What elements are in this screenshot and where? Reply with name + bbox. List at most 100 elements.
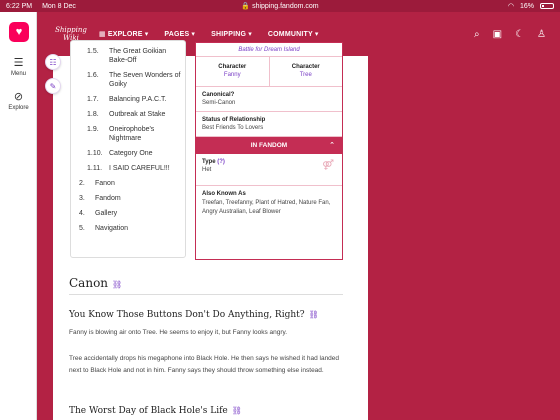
nav-community[interactable]: COMMUNITY ▾	[267, 30, 319, 39]
menu-label: Menu	[10, 71, 26, 77]
user-icon[interactable]: ♙	[537, 29, 546, 40]
nav-community-label: COMMUNITY	[267, 30, 313, 38]
status-value: Best Friends To Lovers	[202, 125, 264, 131]
toc-item[interactable]: 1.6. The Seven Wonders of Goiky	[79, 71, 185, 89]
fandom-logo-icon[interactable]: ♥	[9, 22, 29, 42]
table-of-contents: 1.5. The Great Goikian Bake-Off 1.6. The Se…	[70, 40, 186, 258]
character-1-link[interactable]: Fanny	[196, 72, 269, 78]
chevron-down-icon: ▾	[191, 31, 196, 38]
toc-item[interactable]: 2. Fanon	[79, 179, 185, 188]
search-icon[interactable]: ⌕	[474, 29, 480, 40]
explore-grid-icon: ▦	[99, 31, 106, 38]
toc-item-label: The Seven Wonders of Goiky	[109, 72, 181, 88]
aka-value: Treefan, Treefanny, Plant of Hatred, Nat…	[202, 200, 331, 215]
toc-item[interactable]: 1.11. I SAID CAREFUL!!!	[79, 164, 185, 173]
link-icon[interactable]: ⛓	[309, 310, 319, 319]
toc-item[interactable]: 1.8. Outbreak at Stake	[79, 110, 185, 119]
link-icon[interactable]: ⛓	[232, 406, 242, 415]
infobox-type: Type (?) Het ⚤	[196, 154, 342, 186]
toc-item-number: 4.	[79, 210, 85, 217]
type-label: Type	[202, 159, 216, 165]
toc-item[interactable]: 4. Gallery	[79, 209, 185, 218]
toc-item[interactable]: 3. Fandom	[79, 194, 185, 203]
paragraph-2: Tree accidentally drops his megaphone in…	[69, 355, 340, 374]
toc-item-label: I SAID CAREFUL!!!	[109, 165, 170, 172]
chevron-down-icon: ▾	[314, 31, 319, 38]
nav-explore-label: EXPLORE	[107, 30, 143, 38]
toc-item-label: Gallery	[95, 210, 118, 217]
brand-line-1: Shipping	[55, 26, 87, 34]
toc-item-number: 1.6.	[87, 72, 99, 79]
edit-button[interactable]: ✎	[45, 78, 61, 94]
compass-icon: ⊘	[13, 91, 24, 103]
infobox-canonical: Canonical? Semi-Canon	[196, 87, 342, 112]
toc-item-label: Navigation	[95, 225, 129, 232]
toc-item-label: Fanon	[95, 180, 115, 187]
toc-item-number: 2.	[79, 180, 85, 187]
paragraph-1: Fanny is blowing air onto Tree. He seems…	[69, 329, 288, 336]
toc-item-label: Balancing P.A.C.T.	[109, 96, 167, 103]
chevron-down-icon: ▾	[144, 31, 149, 38]
toc-item-label: Fandom	[95, 195, 121, 202]
toc-item[interactable]: 1.7. Balancing P.A.C.T.	[79, 95, 185, 104]
pencil-icon: ✎	[49, 81, 57, 91]
toc-item-label: The Great Goikian Bake-Off	[109, 48, 167, 64]
link-icon[interactable]: ⛓	[112, 280, 122, 289]
chevron-up-icon: ⌃	[329, 142, 335, 149]
menu-button[interactable]: ☰ Menu	[0, 56, 37, 77]
list-icon: ☷	[49, 57, 57, 67]
infobox-characters: Character Fanny Character Tree	[196, 57, 342, 87]
status-label: Status of Relationship	[202, 117, 266, 123]
chevron-down-icon: ▾	[248, 31, 252, 38]
toc-item-number: 5.	[79, 225, 85, 232]
toc-item-number: 3.	[79, 195, 85, 202]
toc-item[interactable]: 1.5. The Great Goikian Bake-Off	[79, 47, 185, 65]
infobox-aka: Also Known As Treefan, Treefanny, Plant …	[196, 186, 342, 222]
status-date: Mon 8 Dec	[42, 2, 76, 10]
toc-item-number: 1.7.	[87, 96, 99, 103]
infobox-caption[interactable]: Battle for Dream Island	[196, 43, 342, 57]
url-bar[interactable]: 🔒 shipping.fandom.com	[0, 2, 560, 10]
in-fandom-header[interactable]: IN FANDOM ⌃	[196, 137, 342, 154]
toc-item[interactable]: 1.9. Oneirophobe's Nightmare	[79, 125, 185, 143]
toc-item[interactable]: 1.10. Category One	[79, 149, 185, 158]
toc-item-label: Outbreak at Stake	[109, 111, 166, 118]
section-heading-canon: Canon ⛓	[69, 276, 343, 295]
nav-shipping[interactable]: SHIPPING ▾	[211, 30, 252, 39]
nav-shipping-label: SHIPPING	[211, 30, 247, 38]
hamburger-icon: ☰	[13, 57, 24, 69]
subsection-heading-1: You Know Those Buttons Don't Do Anything…	[69, 310, 319, 320]
nav-explore[interactable]: ▦ EXPLORE ▾	[99, 30, 149, 39]
aka-label: Also Known As	[202, 191, 246, 197]
subsection-title-1: You Know Those Buttons Don't Do Anything…	[69, 310, 305, 320]
toc-item-label: Category One	[109, 150, 153, 157]
type-help-link[interactable]: (?)	[217, 159, 225, 165]
url-text: shipping.fandom.com	[252, 3, 319, 10]
side-rail: ♥ ☰ Menu ⊘ Explore	[0, 12, 37, 420]
canonical-label: Canonical?	[202, 92, 235, 98]
status-time: 6:22 PM	[6, 2, 33, 10]
battery-percent: 16%	[519, 2, 534, 10]
toc-item[interactable]: 5. Navigation	[79, 224, 185, 233]
status-bar: 6:22 PM Mon 8 Dec 🔒 shipping.fandom.com …	[0, 0, 560, 12]
character-2-link[interactable]: Tree	[270, 72, 343, 78]
battery-icon	[540, 3, 554, 9]
toc-item-number: 1.9.	[87, 126, 99, 133]
discussions-icon[interactable]: ▣	[493, 29, 502, 40]
canonical-value: Semi-Canon	[202, 100, 236, 106]
section-title: Canon	[69, 276, 109, 290]
lock-icon: 🔒	[241, 3, 251, 10]
dark-mode-icon[interactable]: ☾	[515, 29, 524, 40]
wifi-icon: ◠	[507, 3, 514, 10]
nav-pages[interactable]: PAGES ▾	[164, 30, 196, 39]
toc-toggle-button[interactable]: ☷	[45, 54, 61, 70]
type-value: Het	[202, 167, 212, 173]
infobox: Battle for Dream Island Character Fanny …	[195, 42, 343, 260]
toc-item-label: Oneirophobe's Nightmare	[109, 126, 155, 142]
explore-button[interactable]: ⊘ Explore	[0, 90, 37, 111]
in-fandom-title: IN FANDOM	[250, 142, 288, 149]
explore-label: Explore	[8, 105, 29, 111]
toc-item-number: 1.10.	[87, 150, 103, 157]
nav-pages-label: PAGES	[164, 30, 190, 38]
subsection-title-2: The Worst Day of Black Hole's Life	[69, 406, 228, 416]
